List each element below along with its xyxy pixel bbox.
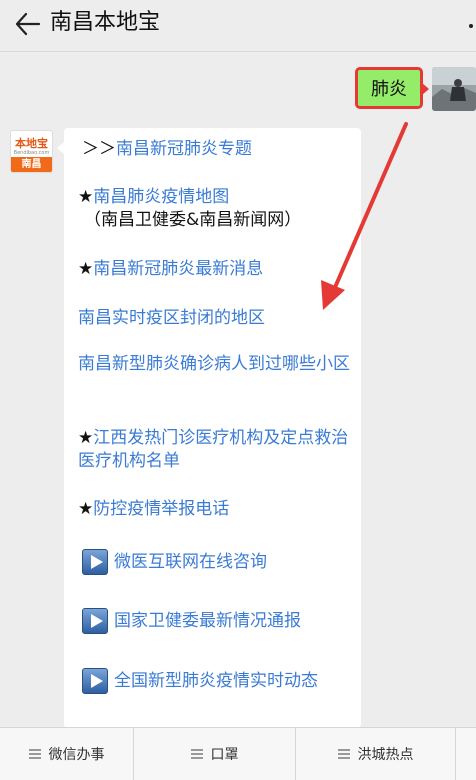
star-icon: ★ — [78, 499, 94, 519]
map-item: ★南昌肺炎疫情地图 （南昌卫健委&南昌新闻网） — [78, 186, 353, 232]
map-link[interactable]: 南昌肺炎疫情地图 — [93, 187, 229, 207]
news-item: ★南昌新冠肺炎最新消息 — [78, 258, 353, 281]
closed-area-item: 南昌实时疫区封闭的地区 — [78, 307, 353, 330]
more-dots-icon[interactable] — [466, 22, 476, 30]
arrow-left-icon[interactable] — [12, 9, 42, 39]
play-icon — [82, 668, 108, 694]
bottom-menu-bar: 微信办事 口罩 洪城热点 — [0, 727, 476, 780]
topic-line: ＞＞南昌新冠肺炎专题 — [82, 138, 357, 161]
outgoing-message-text: 肺炎 — [371, 79, 407, 100]
menu-item-wechat-services[interactable]: 微信办事 — [0, 728, 134, 780]
hotline-item: ★防控疫情举报电话 — [78, 498, 353, 521]
news-link[interactable]: 南昌新冠肺炎最新消息 — [93, 259, 263, 279]
reply-card: ＞＞南昌新冠肺炎专题 ★南昌肺炎疫情地图 （南昌卫健委&南昌新闻网） ★南昌新冠… — [57, 128, 361, 728]
star-icon: ★ — [78, 259, 94, 279]
topic-prefix: ＞＞ — [82, 139, 116, 159]
community-item: 南昌新型肺炎确诊病人到过哪些小区 — [78, 353, 350, 376]
play-item[interactable]: 全国新型肺炎疫情实时动态 — [82, 668, 357, 694]
play-icon — [82, 549, 108, 575]
closed-area-link[interactable]: 南昌实时疫区封闭的地区 — [78, 308, 265, 328]
clinic-item: ★江西发热门诊医疗机构及定点救治医疗机构名单 — [78, 427, 350, 473]
bot-avatar[interactable]: 本地宝 Bendibao.com 南昌 — [10, 130, 53, 173]
play-icon — [82, 608, 108, 634]
menu-item-label: 口罩 — [210, 747, 239, 763]
menu-item-label: 洪城热点 — [357, 747, 414, 763]
map-note: （南昌卫健委&南昌新闻网） — [84, 210, 302, 230]
outgoing-message-bubble[interactable]: 肺炎 — [355, 67, 429, 109]
community-link[interactable]: 南昌新型肺炎确诊病人到过哪些小区 — [78, 354, 350, 374]
bot-avatar-sub: Bendibao.com — [13, 150, 50, 156]
bot-avatar-city: 南昌 — [11, 157, 52, 172]
menu-item-hot-topics[interactable]: 洪城热点 — [296, 728, 456, 780]
bot-avatar-logo: 本地宝 — [15, 137, 48, 150]
chat-header: 南昌本地宝 — [0, 0, 476, 52]
menu-lines-icon — [190, 749, 203, 759]
user-avatar-image — [432, 67, 476, 111]
clinic-link[interactable]: 江西发热门诊医疗机构及定点救治医疗机构名单 — [78, 428, 348, 471]
menu-lines-icon — [28, 749, 41, 759]
star-icon: ★ — [78, 428, 94, 448]
topic-link[interactable]: 南昌新冠肺炎专题 — [116, 139, 252, 159]
play-item[interactable]: 微医互联网在线咨询 — [82, 549, 357, 575]
play-item-link[interactable]: 全国新型肺炎疫情实时动态 — [114, 670, 318, 693]
menu-item-label: 微信办事 — [48, 747, 105, 763]
chat-title: 南昌本地宝 — [50, 10, 161, 35]
hotline-link[interactable]: 防控疫情举报电话 — [93, 499, 229, 519]
menu-item-masks[interactable]: 口罩 — [134, 728, 296, 780]
play-item[interactable]: 国家卫健委最新情况通报 — [82, 608, 357, 634]
user-avatar[interactable] — [432, 67, 476, 111]
menu-item-more[interactable] — [456, 728, 476, 780]
menu-lines-icon — [337, 749, 350, 759]
star-icon: ★ — [78, 187, 94, 207]
play-item-link[interactable]: 国家卫健委最新情况通报 — [114, 610, 301, 633]
play-item-link[interactable]: 微医互联网在线咨询 — [114, 551, 267, 574]
